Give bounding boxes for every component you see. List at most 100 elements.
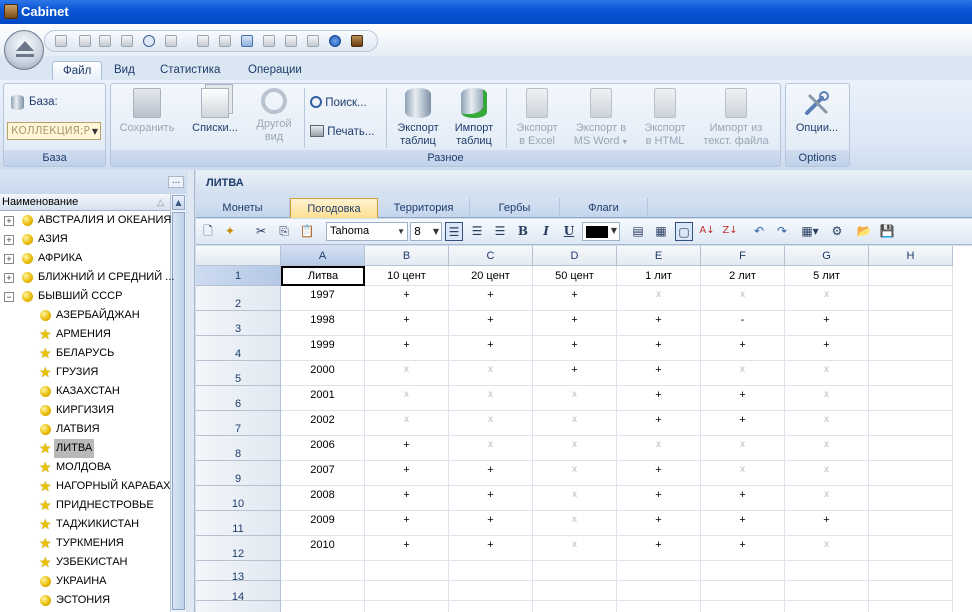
borders-icon[interactable]: ▢ — [675, 222, 693, 241]
table-cell[interactable] — [281, 561, 365, 581]
table-cell[interactable]: 2002 — [281, 411, 365, 436]
table-cell[interactable]: 2008 — [281, 486, 365, 511]
table-cell[interactable]: + — [533, 311, 617, 336]
tree-item[interactable]: ★ ПРИДНЕСТРОВЬЕ — [0, 496, 170, 515]
italic-icon[interactable]: I — [537, 222, 555, 241]
table-cell[interactable]: 2009 — [281, 511, 365, 536]
table-cell[interactable]: x — [365, 361, 449, 386]
table-cell[interactable]: + — [785, 511, 869, 536]
table-cell[interactable]: + — [617, 461, 701, 486]
merge-cells-icon[interactable]: ▤ — [629, 222, 647, 241]
export-excel-button[interactable]: Экспорт в Excel — [510, 88, 564, 148]
tools-icon[interactable] — [307, 35, 319, 47]
table-cell[interactable]: + — [617, 386, 701, 411]
table-cell[interactable]: x — [449, 386, 533, 411]
panel-splitter[interactable] — [187, 170, 195, 612]
row-header[interactable]: 9 — [196, 461, 281, 486]
lists-button[interactable]: Списки... — [186, 88, 244, 135]
tree-item[interactable]: КАЗАХСТАН — [0, 382, 170, 401]
table-cell[interactable]: x — [785, 436, 869, 461]
table-cell[interactable]: x — [533, 411, 617, 436]
column-header[interactable]: A — [281, 246, 365, 266]
tree-item[interactable]: КИРГИЗИЯ — [0, 401, 170, 420]
settings-icon[interactable] — [285, 35, 297, 47]
table-cell[interactable]: x — [365, 386, 449, 411]
table-cell[interactable] — [533, 561, 617, 581]
table-cell[interactable]: 2 лит — [701, 266, 785, 286]
table-cell[interactable]: 1 лит — [617, 266, 701, 286]
tab-yearly[interactable]: Погодовка — [290, 198, 378, 218]
tree-column-header[interactable]: Наименование △ — [0, 194, 170, 211]
column-header[interactable]: H — [869, 246, 953, 266]
table-cell[interactable]: + — [701, 486, 785, 511]
table-style-icon[interactable]: ▦▾ — [798, 222, 822, 241]
tree-item[interactable]: ★ ТАДЖИКИСТАН — [0, 515, 170, 534]
table-cell[interactable] — [869, 286, 953, 311]
table-cell[interactable]: x — [617, 436, 701, 461]
column-header[interactable]: E — [617, 246, 701, 266]
info-icon[interactable] — [329, 35, 341, 47]
tree-item[interactable]: ★ ЛИТВА — [0, 439, 170, 458]
tab-statistics[interactable]: Статистика — [150, 61, 230, 80]
save-button[interactable]: Сохранить — [116, 88, 178, 135]
table-cell[interactable] — [869, 266, 953, 286]
table-cell[interactable]: x — [449, 361, 533, 386]
table-cell[interactable]: x — [701, 361, 785, 386]
row-header[interactable]: 2 — [196, 286, 281, 311]
new-document-icon[interactable]: 🗋 — [199, 222, 217, 241]
export-word-button[interactable]: Экспорт в MS Word ▼ — [570, 88, 632, 149]
table-cell[interactable] — [701, 561, 785, 581]
table-cell[interactable] — [869, 311, 953, 336]
search-button[interactable]: Поиск... — [310, 96, 367, 109]
table-cell[interactable]: 2000 — [281, 361, 365, 386]
exit-icon[interactable] — [351, 35, 363, 47]
table-cell[interactable] — [617, 601, 701, 612]
table-cell[interactable]: 10 цент — [365, 266, 449, 286]
tree-item[interactable]: ★ ГРУЗИЯ — [0, 363, 170, 382]
expand-icon[interactable]: + — [4, 216, 14, 226]
table-cell[interactable] — [365, 561, 449, 581]
table-cell[interactable]: + — [617, 511, 701, 536]
table-cell[interactable] — [449, 561, 533, 581]
align-center-icon[interactable]: ☰ — [468, 222, 486, 241]
table-cell[interactable]: + — [533, 286, 617, 311]
table-cell[interactable]: + — [365, 536, 449, 561]
open-folder-icon[interactable]: 📂 — [855, 222, 873, 241]
undo-icon[interactable]: ↶ — [750, 222, 768, 241]
expand-icon[interactable]: + — [4, 235, 14, 245]
table-cell[interactable]: + — [785, 311, 869, 336]
table-cell[interactable]: + — [533, 336, 617, 361]
table-cell[interactable]: + — [617, 336, 701, 361]
table-cell[interactable] — [869, 411, 953, 436]
refresh-icon[interactable] — [121, 35, 133, 47]
column-header[interactable]: F — [701, 246, 785, 266]
table-cell[interactable]: + — [365, 336, 449, 361]
table-cell[interactable] — [617, 581, 701, 601]
table-cell[interactable]: 1998 — [281, 311, 365, 336]
tab-territory[interactable]: Территория — [378, 198, 470, 218]
table-cell[interactable]: + — [449, 311, 533, 336]
font-size-select[interactable]: 8 ▼ — [410, 222, 442, 241]
table-cell[interactable] — [869, 581, 953, 601]
table-cell[interactable]: + — [701, 511, 785, 536]
row-header[interactable]: 4 — [196, 336, 281, 361]
table-cell[interactable]: x — [533, 386, 617, 411]
table-cell[interactable]: 5 лит — [785, 266, 869, 286]
cut-icon[interactable]: ✂ — [252, 222, 270, 241]
table-cell[interactable]: x — [701, 436, 785, 461]
row-header[interactable]: 7 — [196, 411, 281, 436]
row-header[interactable]: 15 — [196, 601, 281, 612]
table-cell[interactable]: x — [785, 486, 869, 511]
table-cell[interactable]: x — [533, 511, 617, 536]
table-cell[interactable] — [869, 561, 953, 581]
table-cell[interactable] — [785, 601, 869, 612]
table-cell[interactable]: + — [617, 486, 701, 511]
table-cell[interactable]: 1999 — [281, 336, 365, 361]
panel-more-button[interactable]: ... — [168, 176, 184, 188]
row-header[interactable]: 3 — [196, 311, 281, 336]
cut-icon[interactable] — [79, 35, 91, 47]
table-cell[interactable] — [701, 601, 785, 612]
align-left-icon[interactable]: ☰ — [445, 222, 463, 241]
table-cell[interactable]: + — [365, 461, 449, 486]
table-cell[interactable]: + — [365, 286, 449, 311]
